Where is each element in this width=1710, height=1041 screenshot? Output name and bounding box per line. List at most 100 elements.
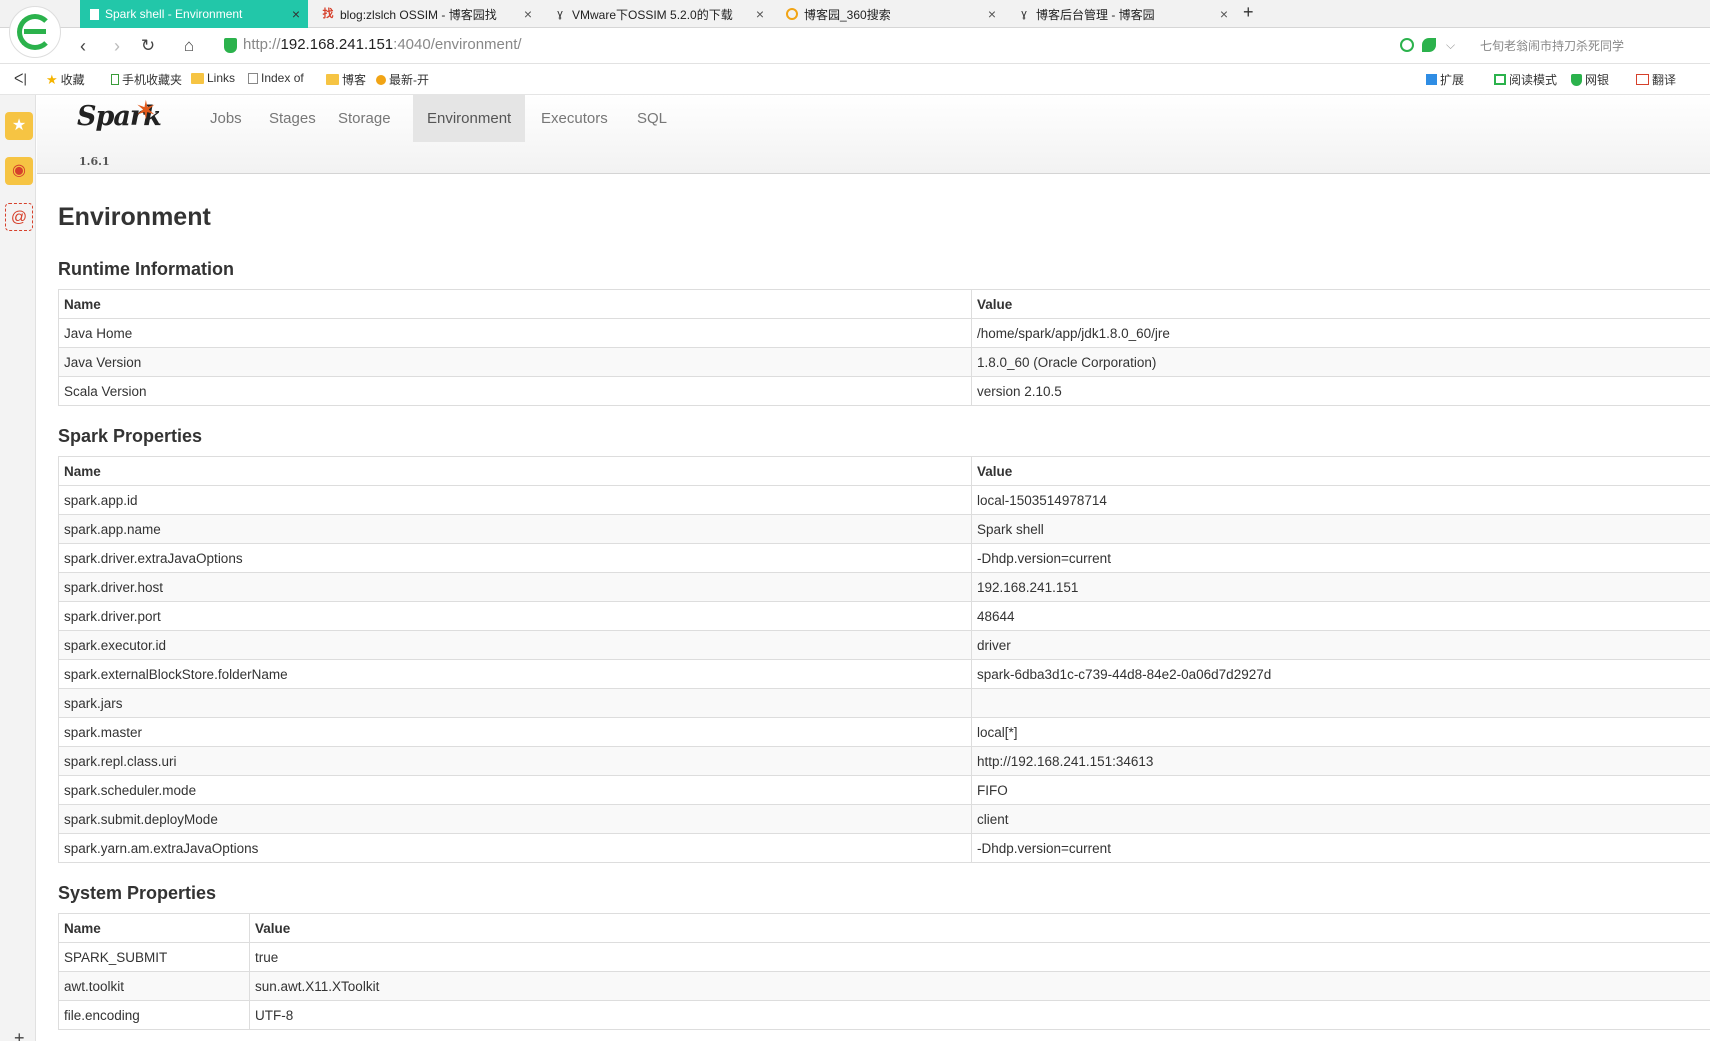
table-row: spark.driver.port 48644	[58, 601, 1710, 631]
property-value: http://192.168.241.151:34613	[971, 746, 1710, 776]
column-header[interactable]: Name	[58, 456, 972, 486]
new-tab-button[interactable]: +	[1243, 2, 1254, 23]
bookmark-links[interactable]: Links	[191, 71, 235, 85]
close-icon[interactable]: ×	[988, 6, 996, 22]
property-name: spark.jars	[58, 688, 972, 718]
favorites-star-icon[interactable]: ★	[5, 112, 33, 140]
star-icon: ★	[46, 71, 58, 87]
property-name: SPARK_SUBMIT	[58, 942, 250, 972]
weibo-icon[interactable]: ◉	[5, 157, 33, 185]
nav-stages[interactable]: Stages	[255, 95, 330, 142]
shield-icon[interactable]	[224, 38, 237, 53]
runtime-info-heading: Runtime Information	[58, 259, 234, 279]
tab-title: 博客后台管理 - 博客园	[1036, 7, 1155, 22]
close-icon[interactable]: ×	[756, 6, 764, 22]
sidebar-toggle-icon[interactable]: ᐸ|	[14, 71, 27, 87]
bookmark-label: 手机收藏夹	[122, 73, 183, 87]
spark-properties-table: Name Value spark.app.id local-150351497871…	[58, 456, 1710, 863]
property-name: spark.driver.port	[58, 601, 972, 631]
tab-360-search[interactable]: 博客园_360搜索 ×	[776, 0, 1004, 28]
property-value	[971, 688, 1710, 718]
online-banking-button[interactable]: 网银	[1571, 71, 1609, 88]
property-name: spark.driver.extraJavaOptions	[58, 543, 972, 573]
nav-jobs[interactable]: Jobs	[196, 95, 256, 142]
property-value: UTF-8	[249, 1000, 1710, 1030]
tab-spark-environment[interactable]: Spark shell - Environment ×	[80, 0, 308, 28]
back-icon[interactable]: ‹	[72, 35, 94, 57]
spark-navbar: Spark ✶ 1.6.1 Jobs Stages Storage Enviro…	[37, 95, 1710, 174]
table-header-row: Name Value	[58, 456, 1710, 486]
leaf-icon[interactable]	[1422, 38, 1436, 52]
tab-vmware-ossim[interactable]: ɣ VMware下OSSIM 5.2.0的下载 ×	[544, 0, 772, 28]
extensions-button[interactable]: 扩展	[1426, 71, 1464, 88]
translate-button[interactable]: 翻译	[1636, 71, 1676, 88]
property-name: file.encoding	[58, 1000, 250, 1030]
mail-icon[interactable]: @	[5, 203, 33, 231]
toolbar-label: 网银	[1585, 73, 1610, 87]
spark-version: 1.6.1	[79, 155, 110, 168]
browser-logo-icon[interactable]	[9, 6, 61, 58]
refresh-circle-icon[interactable]	[1400, 38, 1414, 52]
bookmark-favorites[interactable]: ★ 收藏	[46, 71, 85, 88]
nav-environment[interactable]: Environment	[413, 95, 526, 142]
column-header[interactable]: Value	[249, 913, 1710, 943]
reload-icon[interactable]: ↻	[137, 35, 159, 57]
table-row: Java Version 1.8.0_60 (Oracle Corporation…	[58, 347, 1710, 377]
bookmark-mobile[interactable]: 手机收藏夹	[111, 71, 182, 88]
close-icon[interactable]: ×	[292, 6, 300, 22]
chevron-down-icon[interactable]: ⌵	[1446, 38, 1460, 52]
address-bar: ‹ › ↻ ⌂ http://192.168.241.151:4040/envi…	[0, 28, 1710, 64]
column-header[interactable]: Name	[58, 289, 972, 319]
property-value: 192.168.241.151	[971, 572, 1710, 602]
table-row: SPARK_SUBMIT true	[58, 942, 1710, 972]
close-icon[interactable]: ×	[1220, 6, 1228, 22]
property-value: 1.8.0_60 (Oracle Corporation)	[971, 347, 1710, 377]
system-properties-table: Name Value SPARK_SUBMIT true awt.toolkit sun…	[58, 913, 1710, 1030]
cnblogs-find-icon: 找	[322, 8, 334, 20]
property-name: Java Home	[58, 318, 972, 348]
spark-logo[interactable]: Spark ✶ 1.6.1	[77, 95, 162, 168]
tab-title: Spark shell - Environment	[105, 7, 243, 21]
property-value: client	[971, 804, 1710, 834]
column-header[interactable]: Value	[971, 289, 1710, 319]
cnblogs-icon: ɣ	[557, 8, 563, 20]
property-name: spark.app.name	[58, 514, 972, 544]
property-name: Java Version	[58, 347, 972, 377]
bulb-icon	[376, 74, 386, 85]
column-header[interactable]: Value	[971, 456, 1710, 486]
property-value: spark-6dba3d1c-c739-44d8-84e2-0a06d7d292…	[971, 659, 1710, 689]
table-header-row: Name Value	[58, 913, 1710, 943]
bookmark-label: Index of	[261, 71, 304, 85]
bookmark-blog[interactable]: 博客	[326, 71, 366, 88]
tab-blog-admin[interactable]: ɣ 博客后台管理 - 博客园 ×	[1008, 0, 1236, 28]
forward-icon[interactable]: ›	[106, 35, 128, 57]
url-input[interactable]: http://192.168.241.151:4040/environment/	[243, 36, 522, 53]
home-icon[interactable]: ⌂	[178, 35, 200, 57]
table-row: spark.master local[*]	[58, 717, 1710, 747]
nav-sql[interactable]: SQL	[623, 95, 681, 142]
property-name: spark.app.id	[58, 485, 972, 515]
property-name: awt.toolkit	[58, 971, 250, 1001]
reader-mode-button[interactable]: 阅读模式	[1494, 71, 1557, 88]
nav-executors[interactable]: Executors	[527, 95, 622, 142]
column-header[interactable]: Name	[58, 913, 250, 943]
table-row: spark.driver.extraJavaOptions -Dhdp.versi…	[58, 543, 1710, 573]
system-properties-heading: System Properties	[58, 883, 217, 903]
nav-storage[interactable]: Storage	[324, 95, 405, 142]
bookmark-index-of[interactable]: Index of	[248, 71, 304, 85]
shield-icon	[1571, 73, 1582, 86]
tab-title: VMware下OSSIM 5.2.0的下载	[572, 7, 733, 22]
address-news-text[interactable]: 七旬老翁闹市持刀杀死同学	[1480, 37, 1624, 54]
close-icon[interactable]: ×	[524, 6, 532, 22]
folder-icon	[191, 72, 204, 84]
table-header-row: Name Value	[58, 289, 1710, 319]
tab-ossim-search[interactable]: 找 blog:zlslch OSSIM - 博客园找 ×	[312, 0, 540, 28]
bookmark-latest[interactable]: 最新-开	[376, 71, 429, 88]
bookmark-label: 博客	[342, 73, 367, 87]
tab-title: 博客园_360搜索	[804, 7, 891, 22]
add-icon[interactable]: +	[14, 1028, 25, 1041]
table-row: Scala Version version 2.10.5	[58, 376, 1710, 406]
property-name: spark.driver.host	[58, 572, 972, 602]
toolbar-label: 扩展	[1440, 73, 1465, 87]
property-value: -Dhdp.version=current	[971, 833, 1710, 863]
